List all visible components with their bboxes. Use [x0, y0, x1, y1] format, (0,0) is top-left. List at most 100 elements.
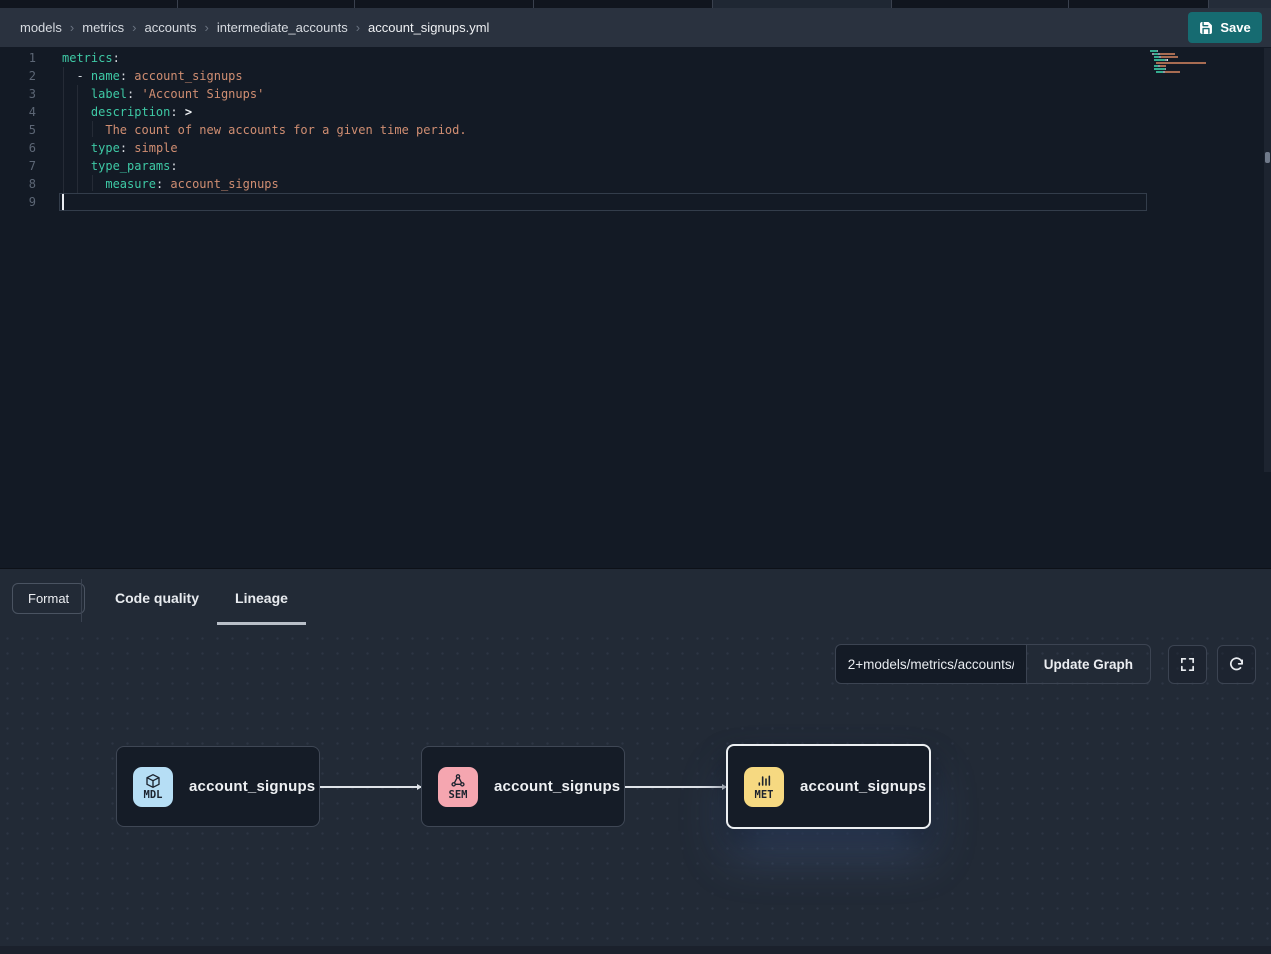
- code-line[interactable]: 8 measure: account_signups: [0, 175, 1271, 193]
- minimap-line: [1150, 56, 1212, 58]
- code-line[interactable]: 6 type: simple: [0, 139, 1271, 157]
- minimap-line: [1150, 50, 1212, 52]
- node-label: account_signups: [189, 778, 315, 795]
- lineage-node-mdl[interactable]: MDL account_signups: [116, 746, 320, 827]
- tab-divider: [1208, 0, 1209, 8]
- indent-guide: [77, 85, 78, 193]
- minimap-line: [1150, 62, 1212, 64]
- line-number: 1: [0, 49, 36, 67]
- line-number: 3: [0, 85, 36, 103]
- update-graph-button[interactable]: Update Graph: [1027, 644, 1151, 684]
- breadcrumb-item[interactable]: intermediate_accounts: [217, 20, 348, 35]
- node-badge-label: MET: [755, 790, 774, 801]
- indent-guide: [92, 121, 93, 137]
- node-badge-met: MET: [744, 767, 784, 807]
- tab-divider: [712, 0, 713, 8]
- editor-scrollbar[interactable]: [1264, 48, 1271, 472]
- tab-divider: [177, 0, 178, 8]
- line-number: 2: [0, 67, 36, 85]
- node-badge-label: SEM: [449, 790, 468, 801]
- code-line[interactable]: 2 - name: account_signups: [0, 67, 1271, 85]
- breadcrumb: models › metrics › accounts › intermediate_acc…: [0, 20, 489, 35]
- code-line[interactable]: 9: [0, 193, 1271, 211]
- code-text: label: 'Account Signups': [62, 85, 264, 103]
- code-text: type_params:: [62, 157, 178, 175]
- tab-lineage[interactable]: Lineage: [217, 569, 306, 631]
- minimap-line: [1150, 74, 1212, 76]
- metric-chart-icon: [756, 773, 772, 789]
- selector-group: Update Graph: [835, 644, 1151, 684]
- chevron-right-icon: ›: [70, 20, 74, 35]
- minimap[interactable]: [1150, 50, 1212, 77]
- tab-divider: [1068, 0, 1069, 8]
- minimap-line: [1150, 65, 1212, 67]
- file-tabs-strip[interactable]: [0, 0, 1271, 8]
- node-badge-label: MDL: [144, 790, 163, 801]
- editor-toolbar: models › metrics › accounts › intermediate_acc…: [0, 8, 1271, 47]
- code-line[interactable]: 1 metrics:: [0, 49, 1271, 67]
- floppy-disk-icon: [1199, 21, 1213, 35]
- chevron-right-icon: ›: [356, 20, 360, 35]
- tab-divider: [891, 0, 892, 8]
- chevron-right-icon: ›: [205, 20, 209, 35]
- code-text: type: simple: [62, 139, 178, 157]
- node-label: account_signups: [494, 778, 620, 795]
- lineage-node-met[interactable]: MET account_signups: [726, 744, 931, 829]
- line-number: 8: [0, 175, 36, 193]
- header-divider: [81, 579, 82, 622]
- tab-divider: [354, 0, 355, 8]
- chevron-right-icon: ›: [132, 20, 136, 35]
- fullscreen-icon: [1179, 656, 1196, 673]
- save-button[interactable]: Save: [1188, 12, 1262, 43]
- tab-divider: [533, 0, 534, 8]
- code-text: - name: account_signups: [62, 67, 243, 85]
- node-badge-mdl: MDL: [133, 767, 173, 807]
- line-number: 6: [0, 139, 36, 157]
- refresh-icon: [1228, 656, 1245, 673]
- tab-code-quality[interactable]: Code quality: [97, 569, 217, 631]
- code-editor[interactable]: 1metrics:2 - name: account_signups3 labe…: [0, 47, 1271, 568]
- minimap-line: [1150, 68, 1212, 70]
- line-number: 4: [0, 103, 36, 121]
- lineage-controls: Update Graph: [835, 644, 1256, 684]
- scrollbar-thumb[interactable]: [1265, 152, 1270, 163]
- refresh-button[interactable]: [1217, 645, 1256, 684]
- code-line[interactable]: 7 type_params:: [0, 157, 1271, 175]
- code-text: description: >: [62, 103, 192, 121]
- breadcrumb-item[interactable]: accounts: [145, 20, 197, 35]
- code-text: measure: account_signups: [62, 175, 279, 193]
- file-tab-active[interactable]: [712, 0, 891, 8]
- breadcrumb-item[interactable]: account_signups.yml: [368, 20, 489, 35]
- lineage-canvas[interactable]: Update Graph MDL account_signups SEM accoun…: [0, 631, 1271, 954]
- code-line[interactable]: 3 label: 'Account Signups': [0, 85, 1271, 103]
- semantic-model-icon: [450, 773, 466, 789]
- node-label: account_signups: [800, 778, 926, 795]
- indent-guide: [63, 67, 64, 211]
- minimap-line: [1150, 59, 1212, 61]
- panel-tabs: Code qualityLineage: [97, 569, 306, 631]
- code-line[interactable]: 5 The count of new accounts for a given …: [0, 121, 1271, 139]
- panel-header: Format Code qualityLineage: [0, 569, 1271, 631]
- lineage-edge: [625, 786, 726, 788]
- breadcrumb-item[interactable]: metrics: [82, 20, 124, 35]
- line-number: 9: [0, 193, 36, 211]
- code-text: metrics:: [62, 49, 120, 67]
- lineage-node-sem[interactable]: SEM account_signups: [421, 746, 625, 827]
- indent-guide: [92, 175, 93, 191]
- node-badge-sem: SEM: [438, 767, 478, 807]
- line-number: 5: [0, 121, 36, 139]
- minimap-line: [1150, 53, 1212, 55]
- code-line[interactable]: 4 description: >: [0, 103, 1271, 121]
- bottom-panel: Format Code qualityLineage Update Graph …: [0, 568, 1271, 954]
- lineage-edge: [320, 786, 421, 788]
- current-line-highlight: [59, 193, 1147, 211]
- lineage-selector-input[interactable]: [835, 644, 1027, 684]
- format-button[interactable]: Format: [12, 583, 85, 614]
- breadcrumb-item[interactable]: models: [20, 20, 62, 35]
- file-tab[interactable]: [1208, 0, 1271, 8]
- canvas-bottom-strip: [0, 946, 1271, 954]
- line-number: 7: [0, 157, 36, 175]
- fullscreen-button[interactable]: [1168, 645, 1207, 684]
- code-text: The count of new accounts for a given ti…: [62, 121, 467, 139]
- save-button-label: Save: [1220, 20, 1250, 35]
